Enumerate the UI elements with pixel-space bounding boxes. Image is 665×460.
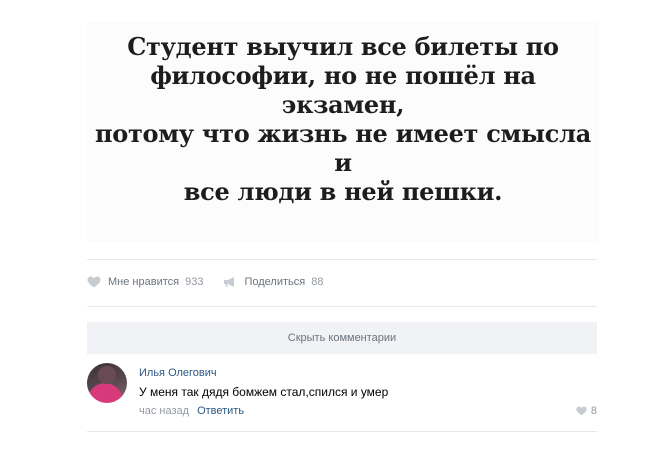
comment-text: У меня так дядя бомжем стал,спился и уме… — [139, 385, 389, 399]
wall-post: Студент выучил все билеты по философии, … — [0, 0, 665, 460]
quote-text: Студент выучил все билеты по философии, … — [95, 32, 591, 206]
like-count: 933 — [185, 276, 204, 288]
share-button[interactable]: Поделиться 88 — [223, 276, 323, 288]
comment-meta: час назад Ответить — [139, 405, 244, 417]
megaphone-icon — [224, 277, 235, 287]
like-button[interactable]: Мне нравится 933 — [87, 276, 203, 288]
post-image[interactable]: Студент выучил все билеты по философии, … — [87, 22, 599, 242]
divider — [87, 431, 597, 432]
comment-like-button[interactable]: 8 — [576, 405, 597, 417]
comment-time[interactable]: час назад — [139, 405, 189, 417]
like-label: Мне нравится — [108, 276, 180, 288]
share-count: 88 — [311, 276, 324, 288]
comment-item: Илья Олегович У меня так дядя бомжем ста… — [87, 363, 597, 425]
share-label: Поделиться — [244, 276, 306, 288]
comment-like-count: 8 — [590, 405, 597, 417]
comment-author[interactable]: Илья Олегович — [139, 367, 217, 379]
hide-comments-button[interactable]: Скрыть комментарии — [87, 322, 597, 354]
divider — [87, 306, 597, 307]
divider — [87, 259, 597, 260]
post-actions: Мне нравится 933 Поделиться 88 — [87, 270, 343, 294]
reply-button[interactable]: Ответить — [197, 405, 244, 417]
heart-icon — [87, 276, 101, 288]
avatar[interactable] — [87, 363, 127, 403]
heart-icon — [576, 406, 587, 416]
